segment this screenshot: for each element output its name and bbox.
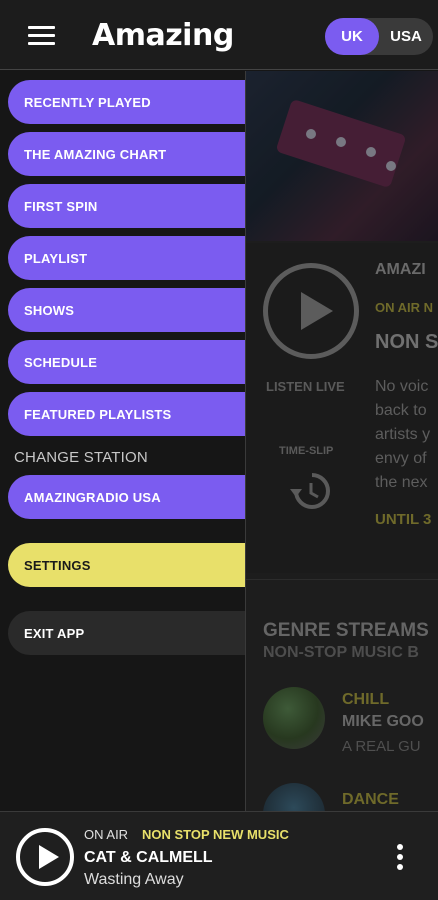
hamburger-icon[interactable] xyxy=(28,26,55,46)
now-playing-bar: ON AIR NON STOP NEW MUSIC CAT & CALMELL … xyxy=(0,811,438,900)
divider xyxy=(246,579,438,580)
now-playing-on-air-label: ON AIR xyxy=(84,827,129,842)
menu-item-playlist[interactable]: PLAYLIST xyxy=(8,236,245,280)
play-icon[interactable] xyxy=(16,828,74,886)
program-title: AMAZI xyxy=(375,261,426,278)
show-name: NON S xyxy=(375,331,438,353)
genre-streams-title: GENRE STREAMS xyxy=(263,620,429,641)
top-bar: Amazing UK USA xyxy=(0,0,438,70)
genre-name[interactable]: DANCE xyxy=(342,791,399,809)
listen-live-label: LISTEN LIVE xyxy=(266,379,345,394)
menu-item-station-usa[interactable]: AMAZINGRADIO USA xyxy=(8,475,245,519)
now-playing-track: Wasting Away xyxy=(84,871,184,888)
genre-name[interactable]: CHILL xyxy=(342,691,389,709)
app-logo: Amazing xyxy=(92,18,234,53)
region-toggle[interactable]: UK USA xyxy=(325,18,433,55)
menu-item-shows[interactable]: SHOWS xyxy=(8,288,245,332)
on-air-label: ON AIR N xyxy=(375,300,434,315)
menu-item-exit-app[interactable]: EXIT APP xyxy=(8,611,245,655)
region-usa-button[interactable]: USA xyxy=(379,18,433,55)
genre-chill-thumbnail[interactable] xyxy=(263,687,325,749)
navigation-drawer: RECENTLY PLAYED THE AMAZING CHART FIRST … xyxy=(0,71,246,811)
menu-item-first-spin[interactable]: FIRST SPIN xyxy=(8,184,245,228)
show-description: No voic back to artists y envy of the ne… xyxy=(375,378,431,491)
genre-streams-subtitle: NON-STOP MUSIC B xyxy=(263,644,419,661)
now-playing-show: NON STOP NEW MUSIC xyxy=(142,827,289,842)
more-vertical-icon[interactable] xyxy=(390,842,410,872)
until-time: UNTIL 3 xyxy=(375,511,432,528)
main-content: LISTEN LIVE TIME-SLIP AMAZI ON AIR N NON… xyxy=(246,71,438,811)
live-player: LISTEN LIVE TIME-SLIP AMAZI ON AIR N NON… xyxy=(246,243,438,573)
time-slip-label: TIME-SLIP xyxy=(279,445,334,457)
region-uk-button[interactable]: UK xyxy=(325,18,379,55)
listen-live-play-icon[interactable] xyxy=(263,263,359,359)
menu-item-recently-played[interactable]: RECENTLY PLAYED xyxy=(8,80,245,124)
genre-track: A REAL GU xyxy=(342,738,421,755)
menu-item-schedule[interactable]: SCHEDULE xyxy=(8,340,245,384)
change-station-label: CHANGE STATION xyxy=(14,449,148,466)
genre-artist: MIKE GOO xyxy=(342,713,424,730)
now-playing-artist: CAT & CALMELL xyxy=(84,849,213,866)
history-icon[interactable] xyxy=(288,469,332,513)
menu-item-amazing-chart[interactable]: THE AMAZING CHART xyxy=(8,132,245,176)
menu-item-settings[interactable]: SETTINGS xyxy=(8,543,245,587)
menu-item-featured-playlists[interactable]: FEATURED PLAYLISTS xyxy=(8,392,245,436)
genre-dance-thumbnail[interactable] xyxy=(263,783,325,811)
hero-image xyxy=(246,71,438,241)
